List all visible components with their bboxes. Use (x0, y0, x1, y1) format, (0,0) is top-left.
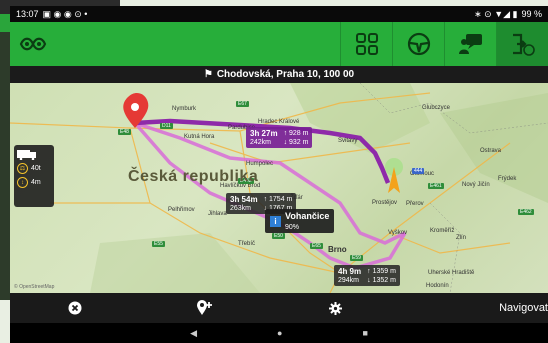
navigate-button[interactable]: Navigovat (499, 293, 548, 323)
highway-shield: 444 (412, 168, 425, 174)
town-label: Nový Jičín (462, 182, 490, 188)
town-label: Třebíč (238, 241, 256, 247)
map-copyright: © OpenStreetMap (14, 284, 55, 290)
map-view[interactable]: Nymburk Kutná Hora Pardubice Hradec Král… (10, 83, 548, 293)
town-label: Svitavy (338, 138, 358, 144)
top-toolbar (10, 22, 548, 66)
town-label: Ostrava (480, 148, 502, 154)
town-label: Hodonín (426, 283, 449, 289)
home-icon[interactable]: ● (277, 328, 282, 338)
destination-address-bar[interactable]: ⚑ Chodovská, Praha 10, 100 00 (10, 66, 548, 83)
town-label: Frýdek (498, 176, 517, 182)
steering-wheel-button[interactable] (392, 22, 444, 66)
highway-shield: E59 (350, 255, 363, 261)
poi-name: Vohančice (285, 211, 330, 221)
country-label: Česká republika (128, 168, 259, 185)
highway-shield: D11 (160, 123, 173, 129)
truck-profile-panel[interactable]: ⚖ 40t ↕ 4m (14, 145, 54, 207)
bottom-action-bar: Navigovat (10, 293, 548, 323)
map-base-layer (10, 83, 548, 293)
chat-button[interactable] (444, 22, 496, 66)
height-icon: ↕ (17, 177, 28, 188)
town-label: Nymburk (172, 106, 197, 112)
route-settings-button[interactable] (270, 293, 400, 323)
chat-icon (458, 34, 482, 54)
town-label: Uherské Hradiště (428, 270, 475, 276)
notification-icons: ▣ ◉ ◉ ⊙ • (42, 8, 88, 19)
town-label: Prostějov (372, 200, 398, 206)
info-icon: i (270, 215, 281, 227)
highway-shield: E67 (236, 101, 249, 107)
steering-wheel-icon (407, 32, 430, 56)
back-icon[interactable]: ◀ (190, 328, 197, 339)
android-nav-bar: ◀ ● ■ (10, 323, 548, 343)
clock: 13:07 (16, 9, 39, 19)
flag-icon: ⚑ (203, 69, 213, 80)
recents-icon[interactable]: ■ (362, 328, 367, 338)
weight-icon: ⚖ (17, 163, 28, 174)
apps-grid-button[interactable] (340, 22, 392, 66)
exit-button[interactable] (496, 22, 548, 66)
town-label: Kutná Hora (184, 134, 215, 140)
town-label: Přerov (406, 201, 424, 207)
town-label: Zlín (456, 235, 467, 241)
highway-shield: E65 (310, 243, 323, 249)
grid-icon (355, 33, 378, 55)
poi-percent: 90% (285, 224, 300, 231)
route-option-1[interactable]: 3h 27m ↑ 928 m 242km ↓ 932 m (246, 127, 313, 148)
truck-icon (17, 148, 51, 160)
highway-shield: E461 (428, 183, 444, 189)
cancel-route-button[interactable] (10, 293, 140, 323)
town-label: Kroměříž (430, 228, 455, 234)
town-label: Glubczyce (422, 105, 451, 111)
app-screen: 13:07 ▣ ◉ ◉ ⊙ • ∗ ⊙ ▼◢ ▮ 99 % ⚑ Chodovsk… (10, 6, 548, 343)
destination-address: Chodovská, Praha 10, 100 00 (216, 69, 355, 80)
battery-level: 99 % (521, 9, 542, 19)
gear-icon (328, 301, 342, 315)
town-label: Hradec Králové (258, 119, 300, 125)
town-label: Humpolec (246, 161, 274, 167)
destination-marker-icon (385, 158, 403, 193)
town-label: Pelhřimov (168, 207, 195, 213)
highway-shield: E462 (518, 209, 534, 215)
add-pin-icon (197, 300, 212, 315)
town-label: Jihlava (208, 211, 227, 217)
highway-shield: E48 (118, 129, 131, 135)
highway-shield: E50 (272, 233, 285, 239)
town-label: Brno (328, 245, 347, 254)
signal-icons: ∗ ⊙ ▼◢ ▮ (474, 8, 518, 19)
truck-weight: 40t (31, 165, 41, 172)
route-option-3[interactable]: 4h 9m ↑ 1359 m 294km ↓ 1352 m (334, 265, 400, 286)
highway-shield: E55 (152, 241, 165, 247)
truck-height: 4m (31, 179, 41, 186)
poi-tooltip[interactable]: i Vohančice 90% (265, 209, 335, 233)
town-label: Vyškov (388, 230, 408, 236)
exit-icon (512, 33, 535, 56)
add-waypoint-button[interactable] (140, 293, 270, 323)
status-bar: 13:07 ▣ ◉ ◉ ⊙ • ∗ ⊙ ▼◢ ▮ 99 % (10, 6, 548, 22)
app-logo-icon[interactable] (10, 22, 56, 66)
close-circle-icon (68, 301, 82, 315)
